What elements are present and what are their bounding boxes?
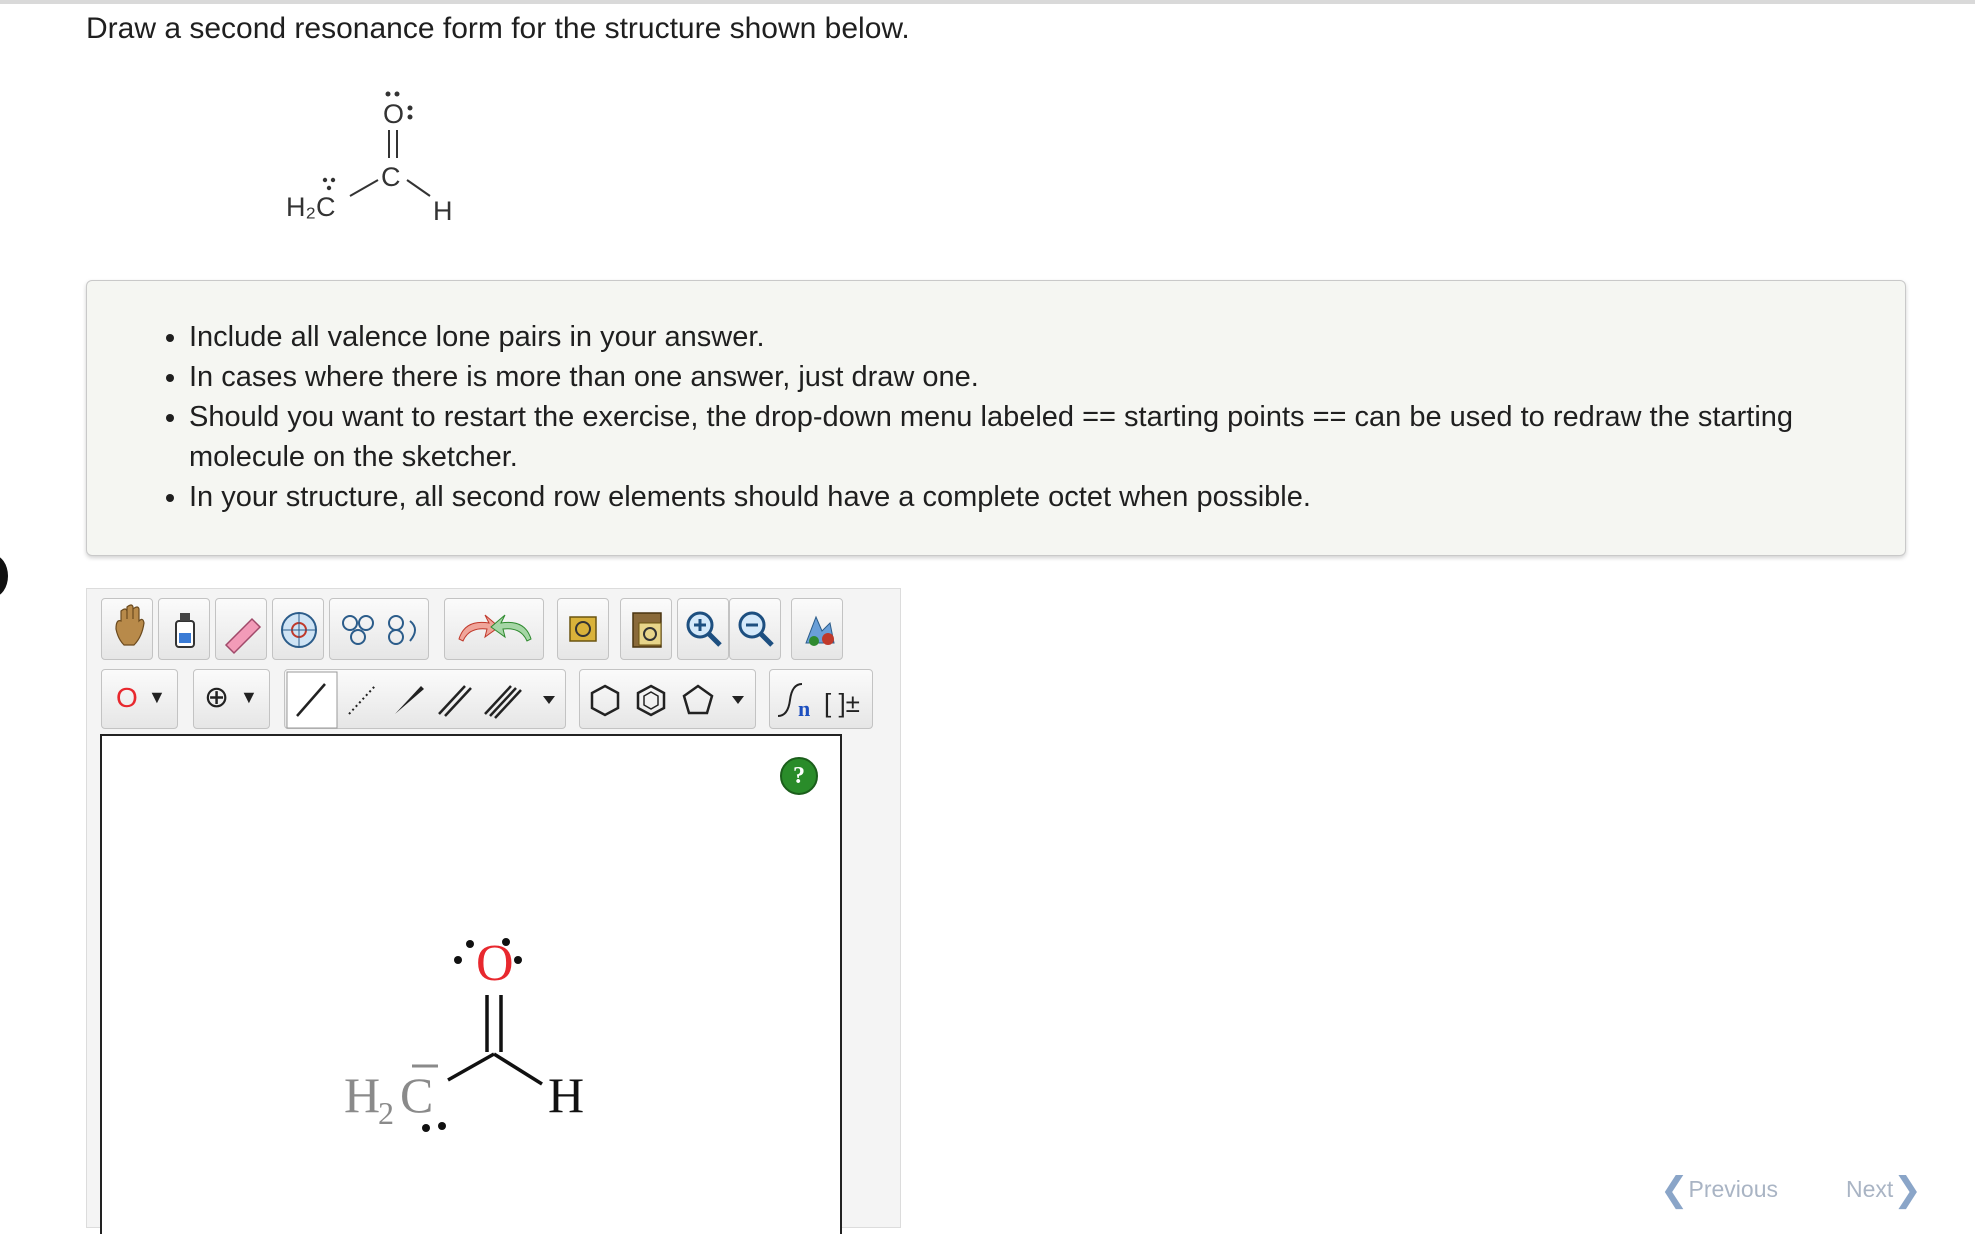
paste-icon — [632, 612, 662, 648]
given-o-lonepair-right1 — [407, 105, 413, 111]
zoom-in-icon — [686, 611, 722, 647]
copy-icon — [569, 616, 597, 642]
spray-bottle-icon — [175, 613, 195, 648]
chevron-down-icon: ▼ — [240, 687, 258, 707]
template-library-button[interactable] — [329, 598, 429, 660]
c-lonepair-dot — [438, 1122, 446, 1130]
zoom-out-button[interactable] — [729, 598, 781, 660]
canvas-ch2-h: H — [344, 1067, 380, 1123]
ring-template-button[interactable] — [272, 598, 324, 660]
zoom-in-button[interactable] — [677, 598, 729, 660]
given-o-lonepair-top2 — [394, 91, 400, 97]
bracket-charge-icon[interactable]: [ ]± — [824, 688, 860, 718]
given-ch2: H₂C — [286, 192, 335, 222]
element-selector-value: O — [116, 682, 138, 713]
chevron-down-icon: ▼ — [148, 687, 166, 707]
previous-button[interactable]: ❮Previous — [1660, 1170, 1778, 1210]
next-label: Next — [1846, 1176, 1894, 1202]
o-lonepair-dot — [466, 940, 474, 948]
zoom-out-icon — [738, 611, 774, 647]
instruction-item: Include all valence lone pairs in your a… — [189, 317, 1865, 357]
undo-redo-group — [444, 598, 544, 660]
given-o-lonepair-right2 — [407, 114, 413, 120]
top-rule — [0, 0, 1975, 4]
chevron-right-icon: ❯ — [1893, 1171, 1922, 1209]
instruction-item: Should you want to restart the exercise,… — [189, 397, 1865, 477]
template-library-icon — [342, 615, 416, 645]
charge-plus-icon: ⊕ — [204, 681, 230, 714]
given-carbon: C — [381, 162, 401, 192]
triple-bond-icon[interactable] — [484, 685, 512, 715]
next-button[interactable]: Next❯ — [1846, 1170, 1922, 1210]
given-o-lonepair-top1 — [385, 91, 391, 97]
hand-icon — [115, 604, 145, 646]
instruction-item: In cases where there is more than one an… — [189, 357, 1865, 397]
instructions-list: Include all valence lone pairs in your a… — [87, 281, 1905, 517]
side-handle[interactable] — [0, 555, 8, 597]
hand-tool-button[interactable] — [101, 598, 153, 660]
wedge-bond-icon[interactable] — [395, 686, 424, 714]
given-molecule: O C H₂C H — [286, 91, 453, 226]
clear-tool-button[interactable] — [158, 598, 210, 660]
element-selector[interactable]: O ▼ — [101, 669, 178, 729]
clean-structure-button[interactable] — [791, 598, 843, 660]
eraser-icon — [224, 617, 262, 655]
bond-tools-group — [284, 669, 566, 729]
canvas-molecule[interactable]: O H 2 C H — [320, 920, 620, 1150]
canvas-ch2-sub: 2 — [378, 1095, 394, 1131]
c-lonepair-dot — [422, 1124, 430, 1132]
cyclopentane-icon[interactable] — [682, 684, 714, 715]
benzene-icon[interactable] — [636, 684, 666, 717]
canvas-hydrogen: H — [548, 1067, 584, 1123]
canvas-oxygen: O — [476, 935, 514, 992]
hashed-bond-icon[interactable] — [348, 685, 376, 715]
canvas-ch2-c: C — [400, 1067, 433, 1123]
chevron-down-icon[interactable] — [732, 696, 744, 704]
previous-label: Previous — [1688, 1176, 1778, 1202]
question-text: Draw a second resonance form for the str… — [86, 12, 910, 45]
instructions-box: Include all valence lone pairs in your a… — [86, 280, 1906, 556]
sgroup-tools-group: n [ ]± — [769, 669, 873, 729]
charge-selector[interactable]: ⊕ ▼ — [193, 669, 270, 729]
redo-icon[interactable] — [490, 614, 532, 642]
given-hydrogen: H — [433, 196, 453, 226]
clean-structure-icon — [805, 615, 835, 646]
paste-button[interactable] — [620, 598, 672, 660]
given-oxygen: O — [383, 99, 404, 129]
copy-button[interactable] — [557, 598, 609, 660]
cyclohexane-icon[interactable] — [590, 684, 620, 717]
chevron-down-icon[interactable] — [543, 696, 555, 704]
ring-tools-group — [579, 669, 756, 729]
o-lonepair-dot — [514, 956, 522, 964]
o-lonepair-dot — [454, 956, 462, 964]
instruction-item: In your structure, all second row elemen… — [189, 477, 1865, 517]
help-button[interactable]: ? — [780, 757, 818, 795]
chevron-left-icon: ❮ — [1660, 1171, 1689, 1209]
ring-template-icon — [281, 612, 317, 648]
sgroup-n-label: n — [798, 696, 810, 721]
eraser-tool-button[interactable] — [215, 598, 267, 660]
